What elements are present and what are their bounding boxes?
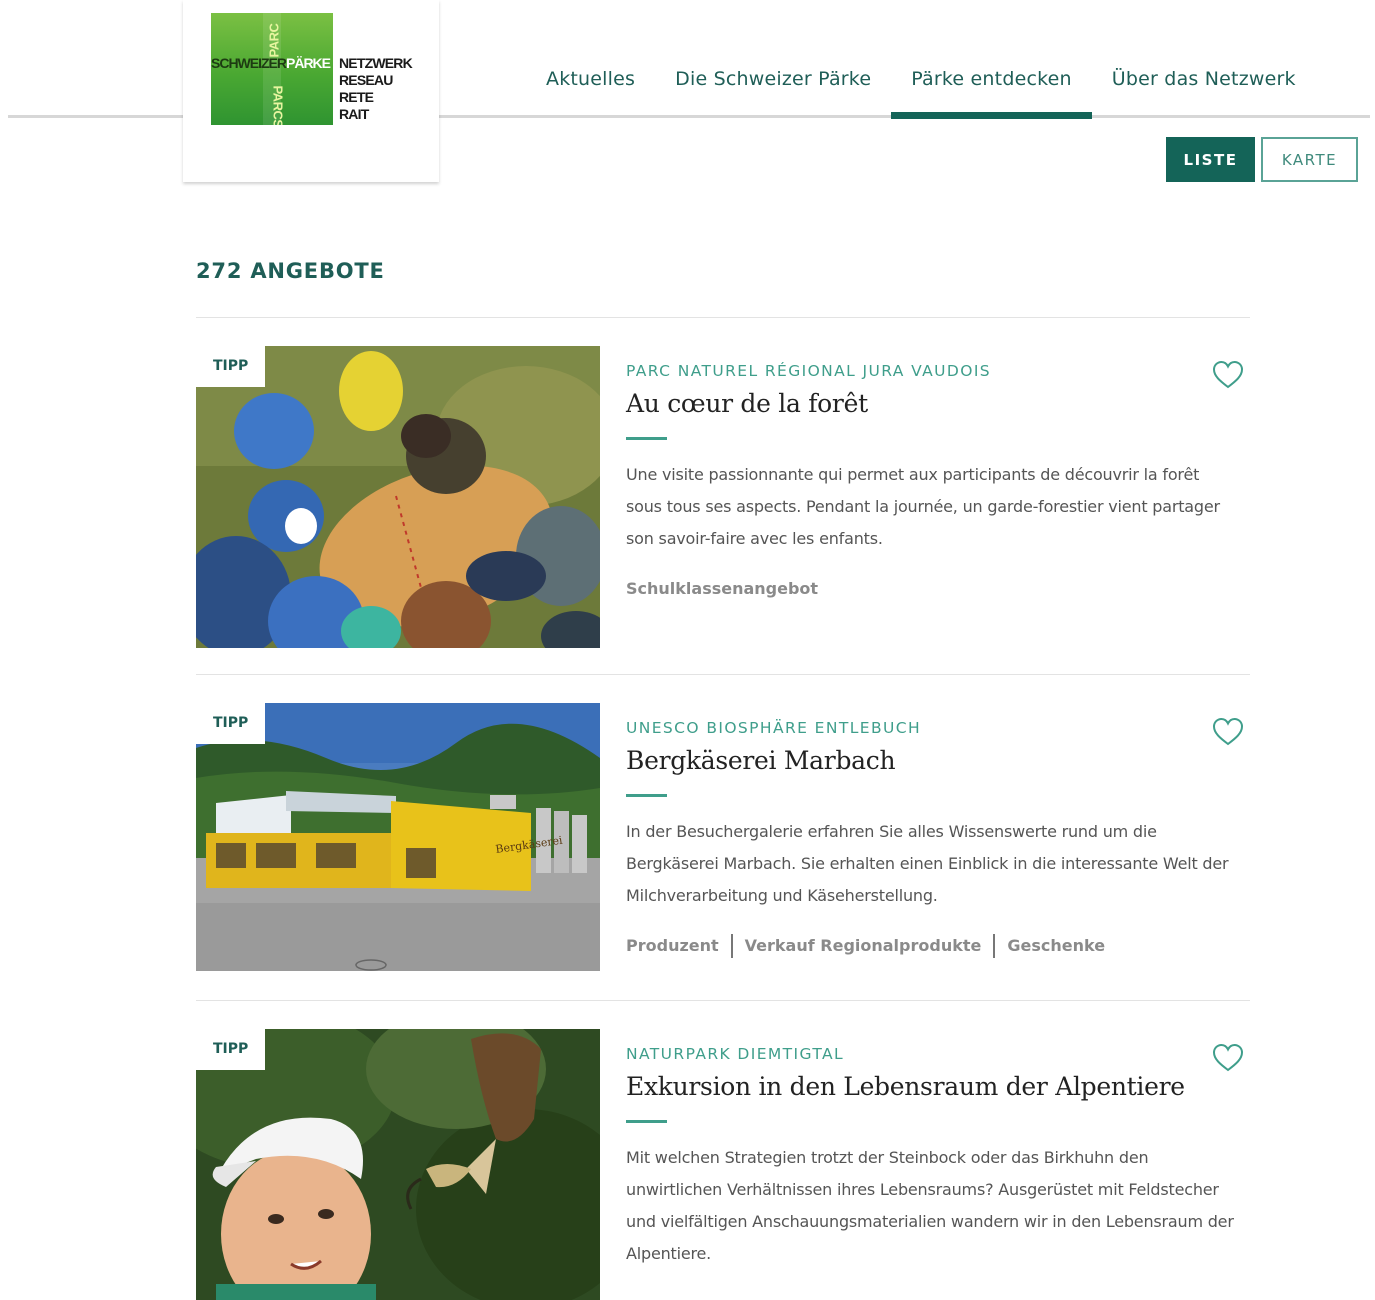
logo-wordmark: NETZWERK RESEAU RETE RAIT (339, 55, 413, 122)
offer-title[interactable]: Exkursion in den Lebensraum der Alpentie… (626, 1072, 1246, 1101)
title-underline (626, 1120, 667, 1123)
offer-park[interactable]: NATURPARK DIEMTIGTAL (626, 1045, 1246, 1063)
offer-image[interactable]: Bergkäserei TIPP (196, 703, 600, 971)
logo-vertical-bottom: PARCS (270, 85, 286, 125)
view-toggle: LISTE KARTE (1166, 137, 1358, 182)
map-view-button[interactable]: KARTE (1261, 137, 1358, 182)
offer-tag[interactable]: Verkauf Regionalprodukte (745, 934, 996, 958)
heart-outline-icon[interactable] (1212, 717, 1244, 747)
offer-tag[interactable]: Schulklassenangebot (626, 577, 830, 601)
offer-tags: Schulklassenangebot (626, 577, 1246, 601)
offer-item[interactable]: TIPP NATURPARK DIEMTIGTAL Exkursion in d… (196, 1000, 1250, 1300)
offer-description: In der Besuchergalerie erfahren Sie alle… (626, 822, 1229, 905)
offer-text: UNESCO BIOSPHÄRE ENTLEBUCH Bergkäserei M… (626, 719, 1246, 958)
nav-ueber-das-netzwerk[interactable]: Über das Netzwerk (1092, 60, 1316, 116)
logo-vertical-top: PARC (266, 23, 282, 58)
offer-text: NATURPARK DIEMTIGTAL Exkursion in den Le… (626, 1045, 1246, 1270)
main-nav: Aktuelles Die Schweizer Pärke Pärke entd… (526, 60, 1316, 119)
nav-paerke-entdecken[interactable]: Pärke entdecken (891, 60, 1092, 119)
forest-kids-photo (196, 346, 600, 648)
offer-park[interactable]: UNESCO BIOSPHÄRE ENTLEBUCH (626, 719, 1246, 737)
offer-tag[interactable]: Geschenke (1007, 934, 1117, 958)
offer-image[interactable]: TIPP (196, 1029, 600, 1300)
offer-park[interactable]: PARC NATUREL RÉGIONAL JURA VAUDOIS (626, 362, 1246, 380)
offer-tags: Produzent Verkauf Regionalprodukte Gesch… (626, 934, 1246, 958)
tip-badge: TIPP (196, 346, 265, 387)
offer-title[interactable]: Bergkäserei Marbach (626, 746, 1246, 775)
offer-tag[interactable]: Produzent (626, 934, 733, 958)
results-count: 272 ANGEBOTE (196, 259, 385, 283)
nav-die-schweizer-paerke[interactable]: Die Schweizer Pärke (655, 60, 891, 116)
heart-outline-icon[interactable] (1212, 360, 1244, 390)
title-underline (626, 794, 667, 797)
offer-item[interactable]: Bergkäserei TIPP UNESCO BIOSPHÄRE ENTLEB… (196, 674, 1250, 1000)
logo-horizontal: SCHWEIZERPÄRKE (211, 55, 331, 71)
offer-item[interactable]: TIPP PARC NATUREL RÉGIONAL JURA VAUDOIS … (196, 317, 1250, 674)
tip-badge: TIPP (196, 1029, 265, 1070)
title-underline (626, 437, 667, 440)
offer-text: PARC NATUREL RÉGIONAL JURA VAUDOIS Au cœ… (626, 362, 1246, 601)
heart-outline-icon[interactable] (1212, 1043, 1244, 1073)
logo-mark: PARC PARCS SCHWEIZERPÄRKE (211, 13, 333, 125)
nav-aktuelles[interactable]: Aktuelles (526, 60, 655, 116)
offer-description: Mit welchen Strategien trotzt der Steinb… (626, 1148, 1234, 1263)
tip-badge: TIPP (196, 703, 265, 744)
offer-title[interactable]: Au cœur de la forêt (626, 389, 1246, 418)
list-view-button[interactable]: LISTE (1166, 137, 1255, 182)
offer-list: TIPP PARC NATUREL RÉGIONAL JURA VAUDOIS … (196, 317, 1250, 1300)
offer-image[interactable]: TIPP (196, 346, 600, 648)
logo[interactable]: PARC PARCS SCHWEIZERPÄRKE NETZWERK RESEA… (183, 0, 439, 182)
offer-description: Une visite passionnante qui permet aux p… (626, 465, 1220, 548)
